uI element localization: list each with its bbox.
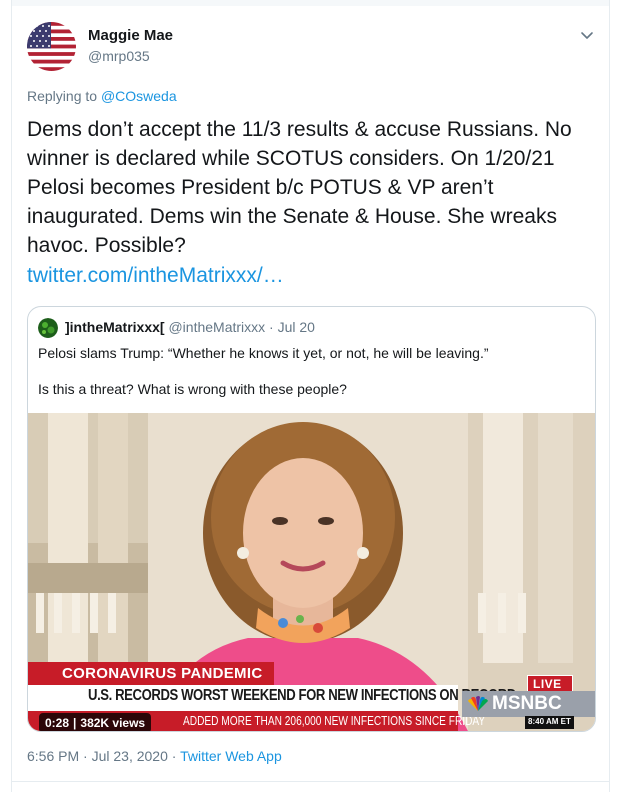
video-duration: 0:28 [45,716,70,730]
badge-separator: | [73,716,77,730]
quoted-author-avatar[interactable] [38,318,58,338]
network-logo: MSNBC [492,693,562,714]
us-flag-icon [27,22,76,71]
video-views: 382K views [80,716,146,730]
green-circle-avatar-icon [38,318,58,338]
video-duration-badge: 0:28 | 382K views [39,713,152,731]
tweet-text: Dems don’t accept the 11/3 results & acc… [27,118,572,257]
more-options-button[interactable] [578,28,596,42]
tweet-footer: 6:56 PM · Jul 23, 2020 · Twitter Web App [27,748,282,764]
quoted-text-line-1: Pelosi slams Trump: “Whether he knows it… [38,345,489,361]
source-app-link[interactable]: Twitter Web App [180,748,282,764]
author-avatar[interactable] [27,22,76,71]
chyron-headline: U.S. RECORDS WORST WEEKEND FOR NEW INFEC… [88,687,516,704]
quoted-meta-separator: · [269,319,278,335]
previous-tweet-edge [12,0,609,6]
quoted-author-handle[interactable]: @intheMatrixxx [168,319,265,335]
chyron-topic: CORONAVIRUS PANDEMIC [62,665,263,682]
chevron-down-icon [581,32,593,39]
quoted-header: ]intheMatrixxx[ @intheMatrixxx · Jul 20 [65,319,315,335]
author-handle[interactable]: @mrp035 [88,48,150,64]
timeline-border-right [609,0,610,792]
quoted-author-name[interactable]: ]intheMatrixxx[ [65,319,165,335]
broadcast-clock: 8:40 AM ET [528,717,571,726]
quoted-date[interactable]: Jul 20 [278,319,315,335]
author-name[interactable]: Maggie Mae [88,27,173,44]
reply-mention-link[interactable]: @COsweda [101,88,177,104]
footer-divider [12,781,609,782]
tweet-timestamp[interactable]: 6:56 PM · Jul 23, 2020 [27,748,168,764]
quoted-text-line-2: Is this a threat? What is wrong with the… [38,381,347,397]
timeline-border-left [11,0,12,792]
chyron-subline: ADDED MORE THAN 206,000 NEW INFECTIONS S… [183,713,486,728]
tweet-link[interactable]: twitter.com/intheMatrixxx/… [27,264,284,288]
quoted-tweet-card[interactable]: ]intheMatrixxx[ @intheMatrixxx · Jul 20 … [27,306,596,732]
video-player[interactable]: CORONAVIRUS PANDEMIC U.S. RECORDS WORST … [28,413,595,731]
replying-to: Replying to @COsweda [27,88,177,104]
replying-prefix: Replying to [27,88,98,104]
footer-separator: · [167,748,181,764]
peacock-icon [466,695,490,713]
live-label: LIVE [533,677,562,691]
